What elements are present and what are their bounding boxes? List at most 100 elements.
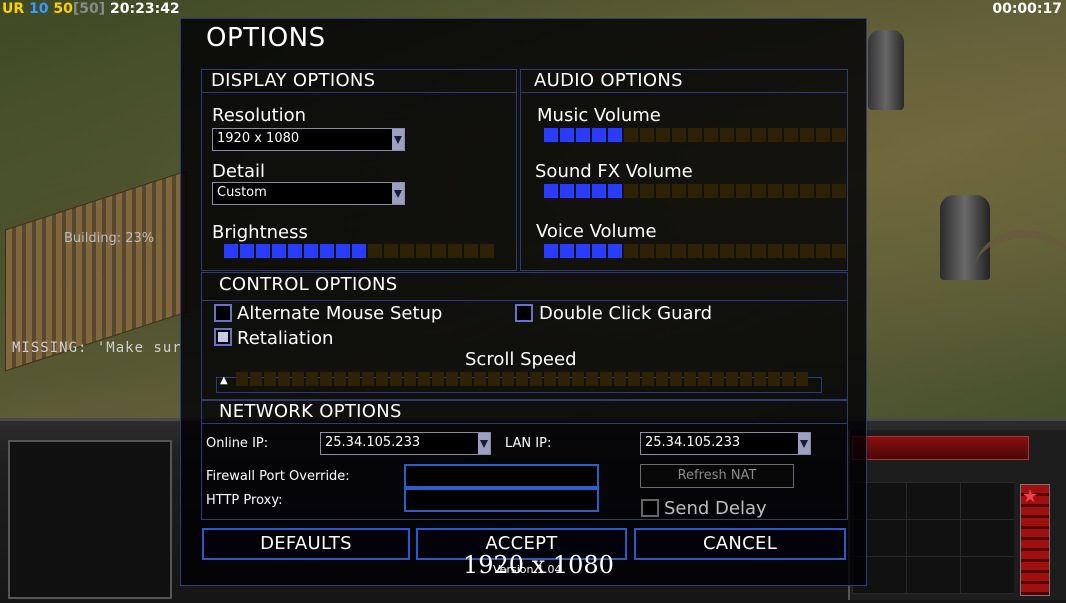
- slider-thumb-icon[interactable]: ▲: [220, 375, 228, 386]
- command-tabs[interactable]: [852, 436, 1029, 460]
- level-segment[interactable]: [800, 244, 814, 258]
- level-segment[interactable]: [560, 128, 574, 142]
- level-segment[interactable]: [768, 184, 782, 198]
- double-click-guard-checkbox[interactable]: [515, 304, 533, 322]
- detail-dropdown[interactable]: Custom: [212, 182, 405, 205]
- level-segment[interactable]: [608, 244, 622, 258]
- level-segment[interactable]: [224, 244, 238, 258]
- level-segment[interactable]: [624, 184, 638, 198]
- level-segment[interactable]: [576, 184, 590, 198]
- defaults-button[interactable]: DEFAULTS: [202, 528, 410, 560]
- level-segment[interactable]: [624, 128, 638, 142]
- scroll-speed-segment[interactable]: [376, 372, 388, 386]
- level-segment[interactable]: [560, 184, 574, 198]
- lan-ip-dropdown[interactable]: 25.34.105.233: [640, 432, 811, 455]
- chevron-down-icon[interactable]: [392, 129, 404, 150]
- level-segment[interactable]: [832, 128, 846, 142]
- level-segment[interactable]: [544, 184, 558, 198]
- scroll-speed-segment[interactable]: [334, 372, 346, 386]
- sound-fx-volume-slider[interactable]: [544, 184, 846, 198]
- scroll-speed-segment[interactable]: [614, 372, 626, 386]
- voice-volume-slider[interactable]: [544, 244, 846, 258]
- level-segment[interactable]: [816, 184, 830, 198]
- level-segment[interactable]: [656, 128, 670, 142]
- level-segment[interactable]: [800, 184, 814, 198]
- scroll-speed-segment[interactable]: [782, 372, 794, 386]
- level-segment[interactable]: [672, 244, 686, 258]
- scroll-speed-segment[interactable]: [502, 372, 514, 386]
- resolution-dropdown[interactable]: 1920 x 1080: [212, 128, 405, 151]
- build-queue-grid[interactable]: [852, 482, 1014, 594]
- level-segment[interactable]: [432, 244, 446, 258]
- scroll-speed-segment[interactable]: [670, 372, 682, 386]
- level-segment[interactable]: [640, 184, 654, 198]
- level-segment[interactable]: [816, 128, 830, 142]
- scroll-speed-segment[interactable]: [628, 372, 640, 386]
- retaliation-checkbox[interactable]: [214, 328, 232, 346]
- level-segment[interactable]: [688, 184, 702, 198]
- scroll-speed-segment[interactable]: [278, 372, 290, 386]
- level-segment[interactable]: [640, 244, 654, 258]
- level-segment[interactable]: [656, 244, 670, 258]
- level-segment[interactable]: [720, 244, 734, 258]
- level-segment[interactable]: [544, 128, 558, 142]
- level-segment[interactable]: [688, 128, 702, 142]
- scroll-speed-segment[interactable]: [726, 372, 738, 386]
- level-segment[interactable]: [832, 184, 846, 198]
- scroll-speed-segment[interactable]: [684, 372, 696, 386]
- scroll-speed-slider[interactable]: [236, 372, 808, 386]
- level-segment[interactable]: [288, 244, 302, 258]
- level-segment[interactable]: [368, 244, 382, 258]
- level-segment[interactable]: [384, 244, 398, 258]
- scroll-speed-segment[interactable]: [656, 372, 668, 386]
- online-ip-dropdown[interactable]: 25.34.105.233: [320, 432, 491, 455]
- level-segment[interactable]: [448, 244, 462, 258]
- scroll-speed-segment[interactable]: [264, 372, 276, 386]
- level-segment[interactable]: [608, 184, 622, 198]
- level-segment[interactable]: [768, 244, 782, 258]
- scroll-speed-segment[interactable]: [768, 372, 780, 386]
- level-segment[interactable]: [736, 244, 750, 258]
- level-segment[interactable]: [736, 184, 750, 198]
- level-segment[interactable]: [736, 128, 750, 142]
- scroll-speed-segment[interactable]: [600, 372, 612, 386]
- level-segment[interactable]: [240, 244, 254, 258]
- level-segment[interactable]: [704, 184, 718, 198]
- level-segment[interactable]: [592, 244, 606, 258]
- scroll-speed-segment[interactable]: [348, 372, 360, 386]
- brightness-slider[interactable]: [224, 244, 494, 258]
- level-segment[interactable]: [704, 244, 718, 258]
- scroll-speed-segment[interactable]: [712, 372, 724, 386]
- level-segment[interactable]: [704, 128, 718, 142]
- cancel-button[interactable]: CANCEL: [634, 528, 846, 560]
- scroll-speed-segment[interactable]: [418, 372, 430, 386]
- level-segment[interactable]: [304, 244, 318, 258]
- level-segment[interactable]: [256, 244, 270, 258]
- level-segment[interactable]: [816, 244, 830, 258]
- scroll-speed-segment[interactable]: [572, 372, 584, 386]
- level-segment[interactable]: [560, 244, 574, 258]
- scroll-speed-segment[interactable]: [306, 372, 318, 386]
- alternate-mouse-checkbox[interactable]: [214, 304, 232, 322]
- level-segment[interactable]: [752, 128, 766, 142]
- level-segment[interactable]: [576, 244, 590, 258]
- level-segment[interactable]: [672, 184, 686, 198]
- scroll-speed-segment[interactable]: [460, 372, 472, 386]
- chevron-down-icon[interactable]: [798, 433, 810, 454]
- scroll-speed-segment[interactable]: [516, 372, 528, 386]
- scroll-speed-segment[interactable]: [530, 372, 542, 386]
- scroll-speed-segment[interactable]: [558, 372, 570, 386]
- level-segment[interactable]: [784, 244, 798, 258]
- level-segment[interactable]: [752, 244, 766, 258]
- level-segment[interactable]: [720, 184, 734, 198]
- level-segment[interactable]: [592, 184, 606, 198]
- level-segment[interactable]: [352, 244, 366, 258]
- scroll-speed-segment[interactable]: [740, 372, 752, 386]
- level-segment[interactable]: [672, 128, 686, 142]
- scroll-speed-segment[interactable]: [796, 372, 808, 386]
- level-segment[interactable]: [544, 244, 558, 258]
- scroll-speed-segment[interactable]: [754, 372, 766, 386]
- level-segment[interactable]: [688, 244, 702, 258]
- chevron-down-icon[interactable]: [392, 183, 404, 204]
- level-segment[interactable]: [752, 184, 766, 198]
